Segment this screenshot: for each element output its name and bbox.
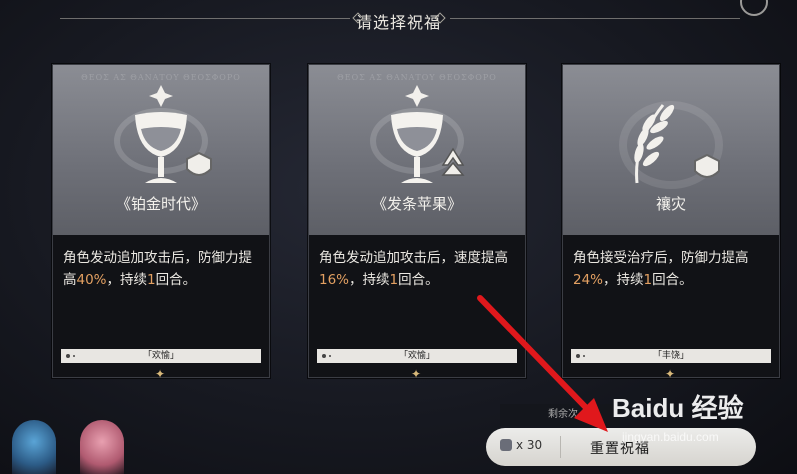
blessing-card-3[interactable]: 禳灾 角色接受治疗后，防御力提高24%，持续1回合。 「丰饶」 ✦ [562, 64, 780, 381]
blessing-description: 角色接受治疗后，防御力提高24%，持续1回合。 [573, 250, 749, 288]
remaining-rerolls: 剩余次 [500, 404, 620, 426]
blessing-description: 角色发动追加攻击后，防御力提高40%，持续1回合。 [63, 250, 252, 288]
header-divider-right [450, 18, 740, 19]
blessing-description: 角色发动追加攻击后，速度提高16%，持续1回合。 [319, 250, 508, 288]
blessing-name: 《发条苹果》 [371, 195, 462, 213]
sparkle-icon: ✦ [664, 367, 676, 381]
blessing-card-2[interactable]: ΘΕΟΣ ΑΣ ΘΑΝΑΤΟΥ ΘΕΟΣΦΟΡΟ 《发条苹果》 角色发动追加攻击… [308, 64, 526, 381]
watermark-brand: Baidu 经验 [612, 393, 744, 423]
currency-icon [500, 439, 512, 451]
page-title: 请选择祝福 [355, 13, 441, 32]
path-tag: 「欢愉」 [317, 349, 517, 363]
blessing-name: 禳灾 [655, 195, 686, 213]
party-avatar-2[interactable] [80, 420, 124, 474]
watermark-url: jingyan.baidu.com [622, 430, 719, 444]
path-tag: 「欢愉」 [61, 349, 261, 363]
blessing-card-1[interactable]: ΘΕΟΣ ΑΣ ΘΑΝΑΤΟΥ ΘΕΟΣΦΟΡΟ 《铂金时代》 角色发动追加攻击… [52, 64, 270, 381]
divider [560, 436, 561, 458]
path-tag: 「丰饶」 [571, 349, 771, 363]
header: 请选择祝福 [0, 0, 797, 36]
sparkle-icon: ✦ [154, 367, 166, 381]
party-avatar-1[interactable] [12, 420, 56, 474]
sparkle-icon: ✦ [410, 367, 422, 381]
watermark: Baidu 经验 jingyan.baidu.com [612, 388, 782, 448]
reroll-cost: x 30 [500, 438, 542, 452]
blessing-name: 《铂金时代》 [115, 195, 206, 213]
